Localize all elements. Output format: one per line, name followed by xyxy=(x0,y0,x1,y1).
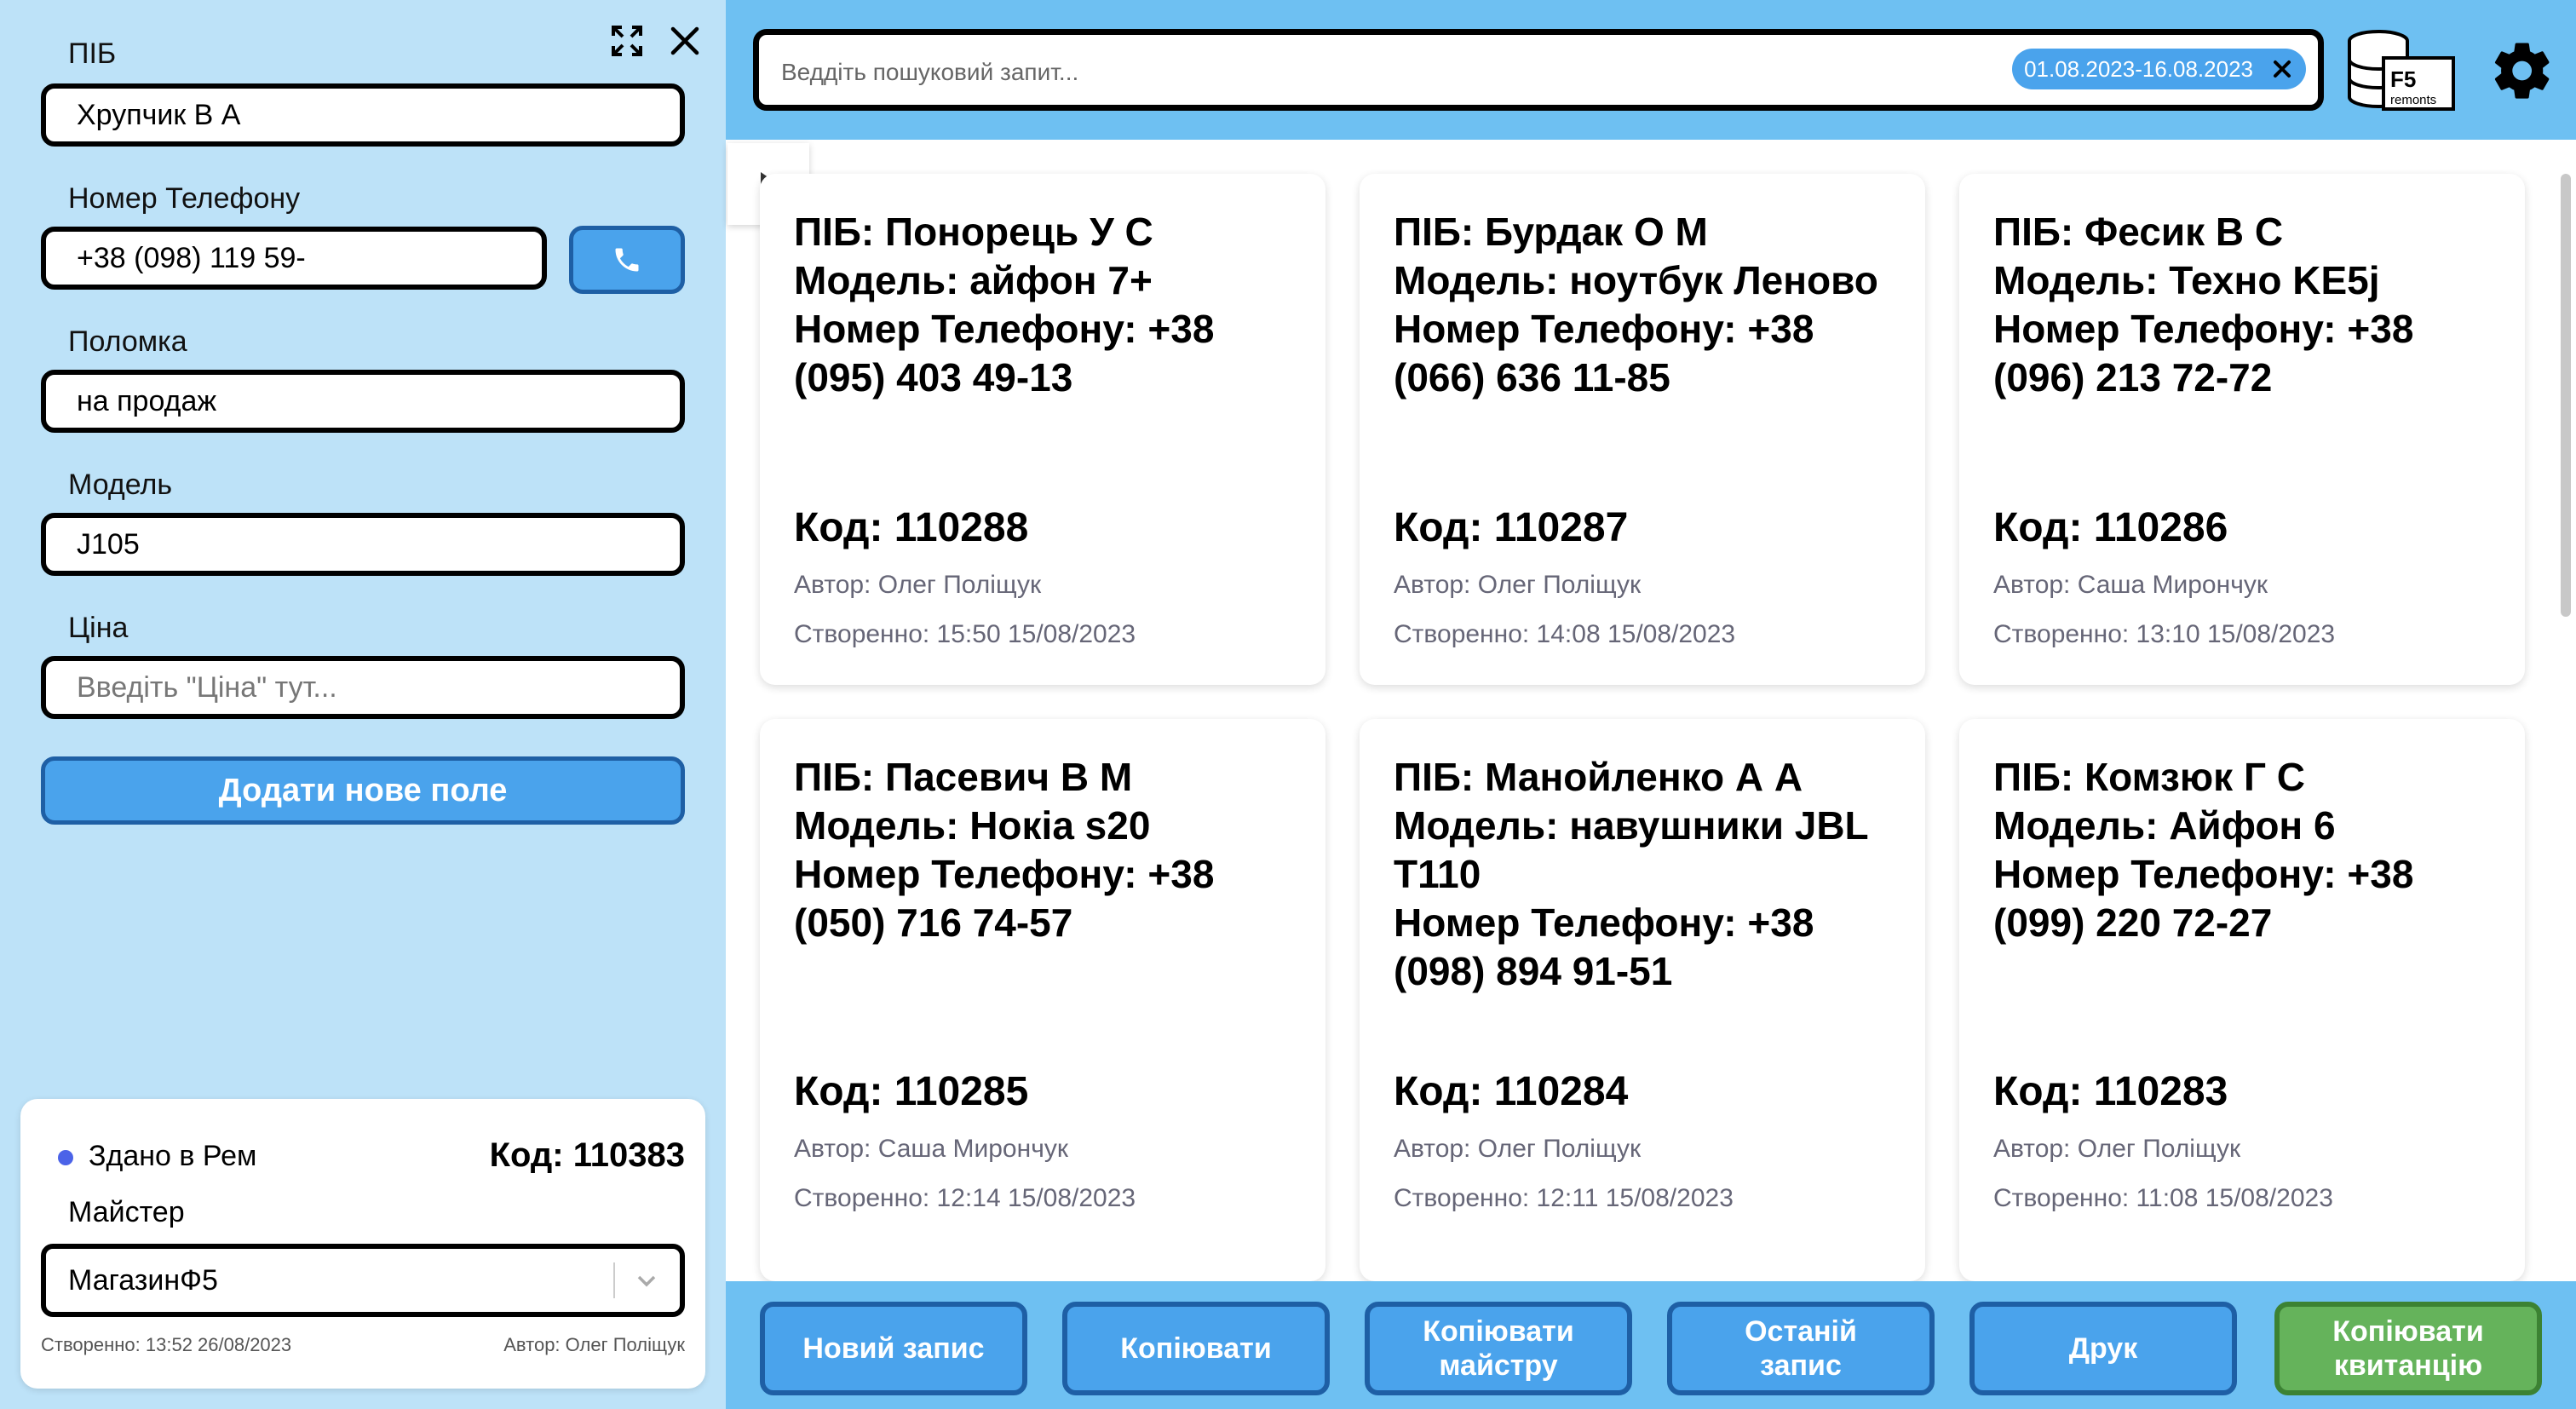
logo-subtext: remonts xyxy=(2390,93,2436,107)
phone-field[interactable]: +38 (098) 119 59- xyxy=(41,227,547,290)
date-range: 01.08.2023-16.08.2023 xyxy=(2024,55,2253,82)
action-bar: Новий запис Копіювати Копіювати майстру … xyxy=(726,1281,2576,1409)
records-area: ПІБ: Понорець У С Модель: айфон 7+ Номер… xyxy=(726,140,2576,1281)
price-field[interactable]: Введіть "Ціна" тут... xyxy=(41,656,685,719)
record-author: Автор: Саша Мирончук xyxy=(794,1135,1068,1163)
copy-button[interactable]: Копіювати xyxy=(1062,1302,1330,1395)
select-divider xyxy=(613,1262,615,1298)
search-input[interactable]: Веддіть пошуковий запит... 01.08.2023-16… xyxy=(753,29,2324,111)
last-record-button[interactable]: Останій запис xyxy=(1667,1302,1935,1395)
status-dot-icon xyxy=(58,1150,73,1165)
record-code: Код: 110287 xyxy=(1394,505,1629,550)
record-card[interactable]: ПІБ: Пасевич В М Модель: Нокіа s20 Номер… xyxy=(760,719,1325,1281)
record-card[interactable]: ПІБ: Комзюк Г С Модель: Айфон 6 Номер Те… xyxy=(1959,719,2525,1281)
top-bar: Веддіть пошуковий запит... 01.08.2023-16… xyxy=(726,0,2576,140)
record-card[interactable]: ПІБ: Понорець У С Модель: айфон 7+ Номер… xyxy=(760,174,1325,685)
record-code: Код: 110285 xyxy=(794,1069,1029,1114)
record-summary: ПІБ: Фесик В С Модель: Техно KE5j Номер … xyxy=(1993,210,2414,400)
record-created: Створенно: 14:08 15/08/2023 xyxy=(1394,620,1736,648)
name-field[interactable]: Хрупчик В А xyxy=(41,83,685,147)
copy-receipt-button[interactable]: Копіювати квитанцію xyxy=(2274,1302,2542,1395)
add-field-button[interactable]: Додати нове поле xyxy=(41,756,685,825)
scrollbar[interactable] xyxy=(2550,140,2576,1281)
close-icon[interactable] xyxy=(663,19,707,63)
date-filter-chip[interactable]: 01.08.2023-16.08.2023 xyxy=(2012,49,2306,89)
record-summary: ПІБ: Манойленко А А Модель: навушники JB… xyxy=(1394,755,1869,993)
record-created: Створенно: 11:08 15/08/2023 xyxy=(1993,1184,2333,1212)
created-timestamp: Створенно: 13:52 26/08/2023 xyxy=(41,1334,292,1355)
search-placeholder: Веддіть пошуковий запит... xyxy=(781,59,1079,85)
issue-field[interactable]: на продаж xyxy=(41,370,685,433)
record-code: Код: 110383 xyxy=(489,1136,685,1174)
phone-label: Номер Телефону xyxy=(68,182,301,215)
price-label: Ціна xyxy=(68,612,129,644)
phone-icon xyxy=(615,248,639,272)
record-author: Автор: Олег Поліщук xyxy=(1394,571,1642,599)
status-label: Здано в Рем xyxy=(89,1140,257,1172)
editor-panel: ПІБ Хрупчик В А Номер Телефону +38 (098)… xyxy=(0,0,726,1409)
master-select[interactable]: МагазинФ5 xyxy=(41,1244,685,1317)
model-field[interactable]: J105 xyxy=(41,513,685,576)
record-author: Автор: Олег Поліщук xyxy=(794,571,1042,599)
record-summary: ПІБ: Бурдак О М Модель: ноутбук Леново Н… xyxy=(1394,210,1878,400)
clear-icon[interactable] xyxy=(2272,59,2292,79)
status-card: Здано в Рем Код: 110383 Майстер МагазинФ… xyxy=(20,1099,705,1389)
record-card[interactable]: ПІБ: Бурдак О М Модель: ноутбук Леново Н… xyxy=(1360,174,1925,685)
record-card[interactable]: ПІБ: Фесик В С Модель: Техно KE5j Номер … xyxy=(1959,174,2525,685)
master-label: Майстер xyxy=(68,1196,185,1228)
logo-text: F5 xyxy=(2390,66,2416,92)
call-button[interactable] xyxy=(569,226,685,294)
record-code: Код: 110288 xyxy=(794,505,1029,550)
chevron-down-icon[interactable] xyxy=(632,1266,661,1303)
record-summary: ПІБ: Комзюк Г С Модель: Айфон 6 Номер Те… xyxy=(1993,755,2414,945)
new-record-button[interactable]: Новий запис xyxy=(760,1302,1027,1395)
record-author: Автор: Олег Поліщук xyxy=(1993,1135,2241,1163)
scrollbar-thumb[interactable] xyxy=(2561,174,2571,617)
copy-to-master-button[interactable]: Копіювати майстру xyxy=(1365,1302,1632,1395)
gear-icon[interactable] xyxy=(2489,37,2556,104)
record-code: Код: 110284 xyxy=(1394,1069,1629,1114)
app-logo: F5 remonts xyxy=(2346,26,2457,114)
issue-label: Поломка xyxy=(68,325,187,358)
record-created: Створенно: 15:50 15/08/2023 xyxy=(794,620,1136,648)
record-summary: ПІБ: Понорець У С Модель: айфон 7+ Номер… xyxy=(794,210,1215,400)
master-select-value: МагазинФ5 xyxy=(68,1263,218,1297)
record-code: Код: 110286 xyxy=(1993,505,2228,550)
fullscreen-icon[interactable] xyxy=(605,19,649,63)
record-created: Створенно: 13:10 15/08/2023 xyxy=(1993,620,2336,648)
record-summary: ПІБ: Пасевич В М Модель: Нокіа s20 Номер… xyxy=(794,755,1215,945)
record-created: Створенно: 12:11 15/08/2023 xyxy=(1394,1184,1734,1212)
print-button[interactable]: Друк xyxy=(1969,1302,2237,1395)
record-card[interactable]: ПІБ: Манойленко А А Модель: навушники JB… xyxy=(1360,719,1925,1281)
record-code: Код: 110283 xyxy=(1993,1069,2228,1114)
name-label: ПІБ xyxy=(68,37,117,70)
record-created: Створенно: 12:14 15/08/2023 xyxy=(794,1184,1136,1212)
model-label: Модель xyxy=(68,469,173,501)
author-label: Автор: Олег Поліщук xyxy=(503,1334,685,1355)
record-author: Автор: Олег Поліщук xyxy=(1394,1135,1642,1163)
record-author: Автор: Саша Мирончук xyxy=(1993,571,2268,599)
